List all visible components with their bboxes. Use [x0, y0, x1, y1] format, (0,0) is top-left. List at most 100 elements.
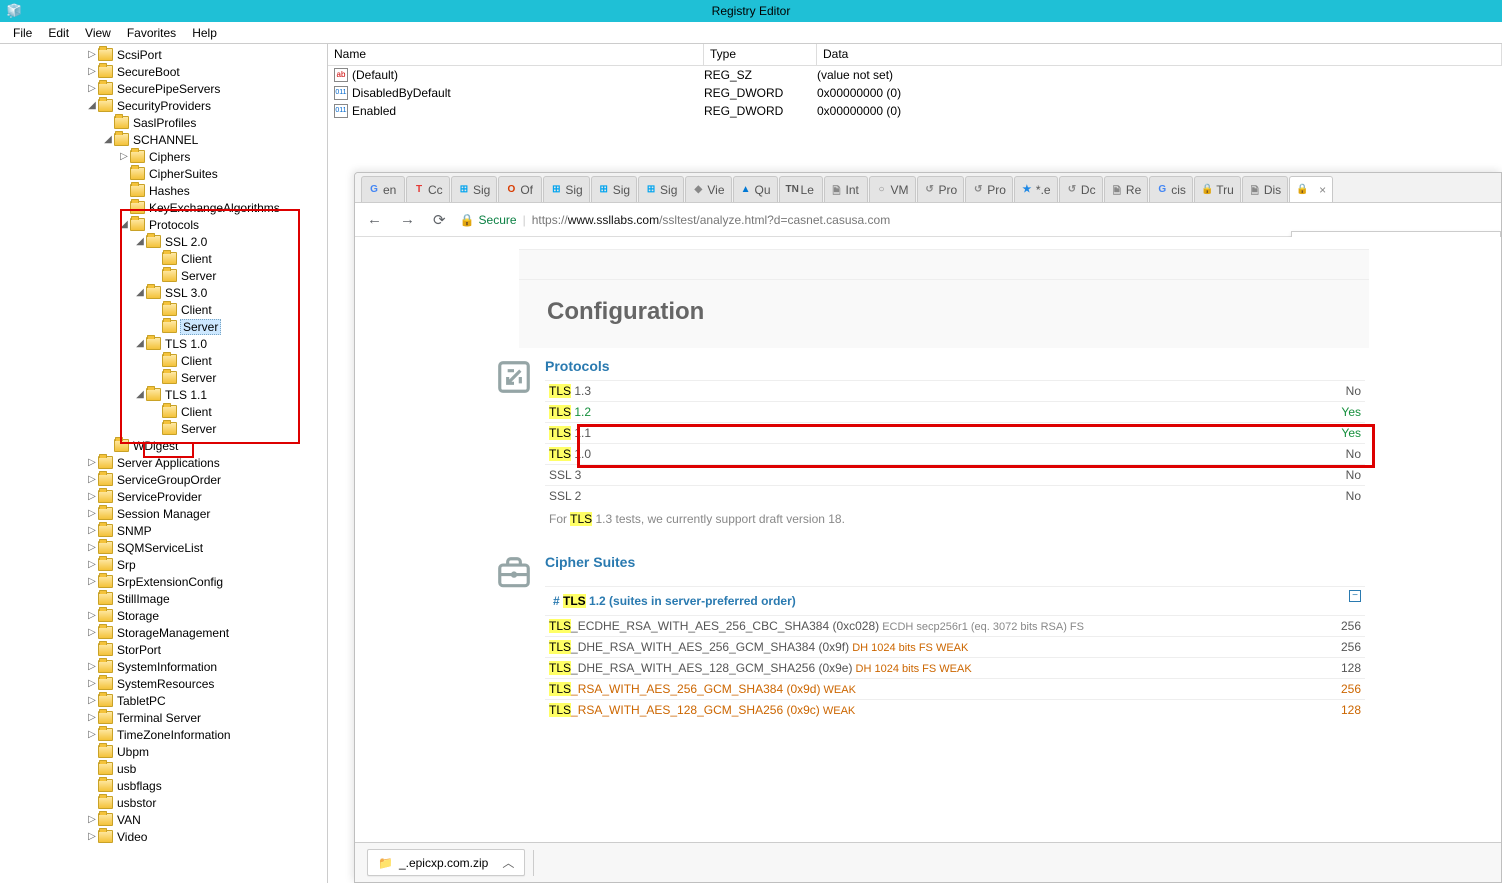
nav-reload[interactable]: ⟳ — [429, 211, 450, 229]
expand-toggle[interactable]: ◢ — [134, 389, 146, 400]
secure-indicator[interactable]: 🔒 Secure — [460, 213, 517, 227]
menu-favorites[interactable]: Favorites — [119, 26, 184, 40]
tree-item[interactable]: ◢ Protocols — [2, 216, 327, 233]
browser-tab[interactable]: 🔒 Tru — [1194, 176, 1241, 202]
tree-item[interactable]: Client — [2, 301, 327, 318]
tree-item[interactable]: ▷ Server Applications — [2, 454, 327, 471]
menu-view[interactable]: View — [77, 26, 119, 40]
tree-item[interactable]: Client — [2, 352, 327, 369]
expand-toggle[interactable]: ▷ — [86, 695, 98, 706]
tree-item[interactable]: usbstor — [2, 794, 327, 811]
expand-toggle[interactable]: ▷ — [86, 678, 98, 689]
browser-tab[interactable]: ★ *.e — [1014, 176, 1058, 202]
browser-tab[interactable]: ⊞ Sig — [591, 176, 637, 202]
tree-item[interactable]: ▷ SecurePipeServers — [2, 80, 327, 97]
tree-item[interactable]: Server — [2, 369, 327, 386]
browser-tab[interactable]: ↺ Pro — [965, 176, 1013, 202]
tree-item[interactable]: Server — [2, 267, 327, 284]
tree-item[interactable]: StorPort — [2, 641, 327, 658]
expand-toggle[interactable]: ◢ — [118, 219, 130, 230]
browser-tab[interactable]: T Cc — [406, 176, 450, 202]
tree-item[interactable]: Client — [2, 403, 327, 420]
nav-back[interactable]: ← — [363, 211, 386, 228]
tree-item[interactable]: Client — [2, 250, 327, 267]
tree-item[interactable]: usb — [2, 760, 327, 777]
browser-tab[interactable]: TN Le — [779, 176, 823, 202]
expand-toggle[interactable]: ▷ — [86, 712, 98, 723]
expand-toggle[interactable]: ▷ — [86, 661, 98, 672]
tree-item[interactable]: ▷ Terminal Server — [2, 709, 327, 726]
tree-item[interactable]: ▷ StorageManagement — [2, 624, 327, 641]
tree-item[interactable]: ▷ SQMServiceList — [2, 539, 327, 556]
tree-item[interactable]: ◢ TLS 1.0 — [2, 335, 327, 352]
expand-toggle[interactable]: ▷ — [86, 542, 98, 553]
registry-value-row[interactable]: 011Enabled REG_DWORD 0x00000000 (0) — [328, 102, 1502, 120]
tree-item[interactable]: ▷ ServiceGroupOrder — [2, 471, 327, 488]
expand-toggle[interactable]: ◢ — [86, 100, 98, 111]
tree-item[interactable]: WDigest — [2, 437, 327, 454]
browser-tab[interactable]: 🗎 Re — [1104, 176, 1148, 202]
tree-item[interactable]: ◢ SecurityProviders — [2, 97, 327, 114]
tree-item[interactable]: Server — [2, 318, 327, 335]
expand-toggle[interactable]: ◢ — [134, 287, 146, 298]
tree-item[interactable]: ▷ SecureBoot — [2, 63, 327, 80]
expand-toggle[interactable]: ▷ — [86, 49, 98, 60]
expand-toggle[interactable]: ◢ — [134, 236, 146, 247]
registry-value-row[interactable]: ab(Default) REG_SZ (value not set) — [328, 66, 1502, 84]
expand-toggle[interactable]: ▷ — [86, 66, 98, 77]
tree-item[interactable]: ◢ SSL 3.0 — [2, 284, 327, 301]
browser-tab[interactable]: G cis — [1149, 176, 1193, 202]
expand-toggle[interactable]: ▷ — [86, 627, 98, 638]
menu-file[interactable]: File — [5, 26, 40, 40]
chevron-up-icon[interactable]: ︿ — [502, 854, 514, 871]
tree-item[interactable]: ◢ SSL 2.0 — [2, 233, 327, 250]
browser-tab[interactable]: 🔒 × — [1289, 176, 1333, 202]
header-name[interactable]: Name — [328, 44, 704, 65]
collapse-icon[interactable]: − — [1349, 590, 1361, 602]
expand-toggle[interactable]: ▷ — [86, 831, 98, 842]
tree-item[interactable]: ▷ SrpExtensionConfig — [2, 573, 327, 590]
tree-item[interactable]: ▷ Video — [2, 828, 327, 845]
browser-tab[interactable]: ↺ Pro — [917, 176, 965, 202]
browser-tab[interactable]: ▲ Qu — [733, 176, 778, 202]
expand-toggle[interactable]: ▷ — [86, 474, 98, 485]
expand-toggle[interactable]: ▷ — [86, 814, 98, 825]
url-bar[interactable]: 🔒 Secure | https://www.ssllabs.com/sslte… — [460, 212, 1493, 227]
browser-tab[interactable]: G en — [361, 176, 405, 202]
expand-toggle[interactable]: ▷ — [86, 729, 98, 740]
browser-tab[interactable]: O Of — [498, 176, 542, 202]
close-tab-icon[interactable]: × — [1315, 183, 1326, 197]
tree-item[interactable]: StillImage — [2, 590, 327, 607]
tree-item[interactable]: ▷ TabletPC — [2, 692, 327, 709]
expand-toggle[interactable]: ▷ — [86, 457, 98, 468]
tree-item[interactable]: ▷ VAN — [2, 811, 327, 828]
tree-item[interactable]: ▷ Srp — [2, 556, 327, 573]
expand-toggle[interactable]: ◢ — [102, 134, 114, 145]
tree-item[interactable]: usbflags — [2, 777, 327, 794]
tree-item[interactable]: SaslProfiles — [2, 114, 327, 131]
browser-tab[interactable]: 🗎 Int — [824, 176, 868, 202]
tree-item[interactable]: KeyExchangeAlgorithms — [2, 199, 327, 216]
tree-item[interactable]: ▷ ScsiPort — [2, 46, 327, 63]
expand-toggle[interactable]: ▷ — [86, 491, 98, 502]
browser-tab[interactable]: ⊞ Sig — [451, 176, 497, 202]
expand-toggle[interactable]: ▷ — [86, 610, 98, 621]
tree-item[interactable]: CipherSuites — [2, 165, 327, 182]
browser-tab[interactable]: 🗎 Dis — [1242, 176, 1288, 202]
browser-tab[interactable]: ⊞ Sig — [543, 176, 589, 202]
tree-item[interactable]: ▷ SystemResources — [2, 675, 327, 692]
expand-toggle[interactable]: ▷ — [118, 151, 130, 162]
header-data[interactable]: Data — [817, 44, 1502, 65]
browser-tab[interactable]: ○ VM — [869, 176, 916, 202]
menu-edit[interactable]: Edit — [40, 26, 77, 40]
tree-item[interactable]: ▷ Storage — [2, 607, 327, 624]
expand-toggle[interactable]: ◢ — [134, 338, 146, 349]
tree-item[interactable]: ◢ SCHANNEL — [2, 131, 327, 148]
tree-item[interactable]: Ubpm — [2, 743, 327, 760]
menu-help[interactable]: Help — [184, 26, 225, 40]
tree-item[interactable]: ▷ Session Manager — [2, 505, 327, 522]
download-item[interactable]: 📁 _.epicxp.com.zip ︿ — [367, 849, 525, 876]
browser-tab[interactable]: ⊞ Sig — [638, 176, 684, 202]
expand-toggle[interactable]: ▷ — [86, 508, 98, 519]
registry-tree[interactable]: ▷ ScsiPort ▷ SecureBoot ▷ SecurePipeServ… — [0, 44, 328, 883]
